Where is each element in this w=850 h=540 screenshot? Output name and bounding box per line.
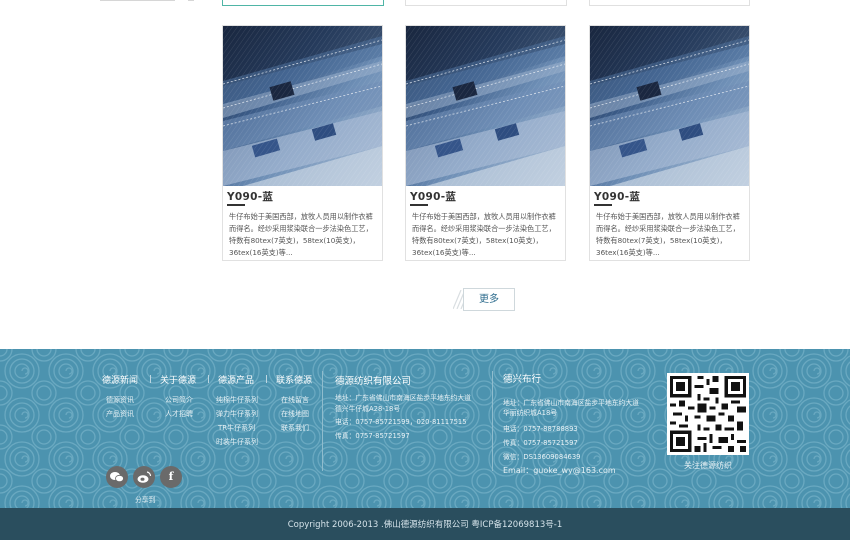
company-line: 德兴牛仔城A28-18号 — [335, 404, 401, 413]
footer-link[interactable]: TR牛仔系列 — [218, 423, 255, 433]
shop-info: 地址：广东省佛山市南海区盐步平地东约大道 华丽纺织城A18号 电话：0757-8… — [503, 392, 663, 478]
page: Y090-蓝 牛仔布始于美国西部，放牧人员用以制作衣裤而得名。经纱采用浆染联合一… — [0, 0, 850, 540]
title-underline — [227, 204, 245, 206]
product-description: 牛仔布始于美国西部，放牧人员用以制作衣裤而得名。经纱采用浆染联合一步法染色工艺，… — [412, 212, 556, 257]
company-line: 传真：0757-85721597 — [335, 431, 410, 440]
nav-divider — [266, 375, 267, 383]
footer-divider — [492, 371, 493, 471]
company-info: 地址：广东省佛山市南海区盐步平地东约大道 德兴牛仔城A28-18号 电话：075… — [335, 393, 485, 441]
shop-email[interactable]: Email：guoke_wy@163.com — [503, 464, 663, 478]
product-card[interactable]: Y090-蓝 牛仔布始于美国西部，放牧人员用以制作衣裤而得名。经纱采用浆染联合一… — [222, 25, 383, 261]
sidebar-bottom-edge — [100, 0, 195, 3]
more-button[interactable]: 更多 — [463, 288, 515, 311]
product-image[interactable] — [590, 26, 749, 186]
title-underline — [410, 204, 428, 206]
footer-link[interactable]: 联系我们 — [281, 423, 309, 433]
footer-nav-contact[interactable]: 联系德源 — [276, 373, 312, 386]
shop-line: 地址：广东省佛山市南海区盐步平地东约大道 — [503, 399, 639, 407]
footer-link[interactable]: 在线留言 — [281, 395, 309, 405]
nav-divider — [208, 375, 209, 383]
nav-divider — [150, 375, 151, 383]
title-underline — [594, 204, 612, 206]
product-image[interactable] — [406, 26, 565, 186]
product-card[interactable]: Y090-蓝 牛仔布始于美国西部，放牧人员用以制作衣裤而得名。经纱采用浆染联合一… — [405, 25, 566, 261]
footer-link[interactable]: 产品资讯 — [106, 409, 134, 419]
footer-divider — [322, 371, 323, 471]
footer-nav-about[interactable]: 关于德源 — [160, 373, 196, 386]
card-stub-active[interactable] — [222, 0, 384, 6]
product-card[interactable]: Y090-蓝 牛仔布始于美国西部，放牧人员用以制作衣裤而得名。经纱采用浆染联合一… — [589, 25, 750, 261]
shop-name: 德兴布行 — [503, 374, 542, 385]
shop-line: 电话：0757-88788893 — [503, 425, 578, 433]
product-title[interactable]: Y090-蓝 — [410, 189, 456, 204]
footer-link[interactable]: 纯棉牛仔系列 — [216, 395, 258, 405]
footer-link[interactable]: 在线地图 — [281, 409, 309, 419]
shop-line: 微信：DS13609084639 — [503, 453, 581, 461]
company-line: 电话：0757-85721599，020-81117515 — [335, 418, 467, 426]
footer-link[interactable]: 弹力牛仔系列 — [216, 409, 258, 419]
product-description: 牛仔布始于美国西部，放牧人员用以制作衣裤而得名。经纱采用浆染联合一步法染色工艺，… — [596, 212, 740, 257]
site-footer: 德源新闻 关于德源 德源产品 联系德源 德源资讯 产品资讯 公司简介 人才招聘 … — [0, 349, 850, 540]
more-control[interactable]: 更多 — [453, 288, 515, 311]
footer-nav-news[interactable]: 德源新闻 — [102, 373, 138, 386]
footer-copyright-bar: Copyright 2006-2013 .佛山德源纺织有限公司 粤ICP备120… — [0, 508, 850, 540]
shop-line: 华丽纺织城A18号 — [503, 409, 558, 417]
product-image[interactable] — [223, 26, 382, 186]
shop-line: 传真：0757-85721597 — [503, 439, 578, 447]
product-description: 牛仔布始于美国西部，放牧人员用以制作衣裤而得名。经纱采用浆染联合一步法染色工艺，… — [229, 212, 373, 257]
wechat-icon[interactable] — [106, 466, 128, 488]
company-name: 德源纺织有限公司 — [335, 376, 412, 387]
qr-code-icon — [670, 376, 746, 452]
footer-link[interactable]: 公司简介 — [165, 395, 193, 405]
share-label: 分享到 — [135, 496, 156, 504]
footer-link[interactable]: 德源资讯 — [106, 395, 134, 405]
qr-label: 关注德源纺织 — [684, 461, 732, 470]
copyright-text: Copyright 2006-2013 .佛山德源纺织有限公司 粤ICP备120… — [287, 520, 563, 530]
qr-code — [667, 373, 749, 455]
footer-link[interactable]: 人才招聘 — [165, 409, 193, 419]
card-stub[interactable] — [405, 0, 567, 6]
footer-nav-products[interactable]: 德源产品 — [218, 373, 254, 386]
company-line: 地址：广东省佛山市南海区盐步平地东约大道 — [335, 394, 471, 402]
footer-link[interactable]: 时装牛仔系列 — [216, 437, 258, 447]
weibo-icon[interactable] — [133, 466, 155, 488]
facebook-icon[interactable]: f — [160, 466, 182, 488]
product-title[interactable]: Y090-蓝 — [594, 189, 640, 204]
card-stub[interactable] — [589, 0, 750, 6]
product-title[interactable]: Y090-蓝 — [227, 189, 273, 204]
